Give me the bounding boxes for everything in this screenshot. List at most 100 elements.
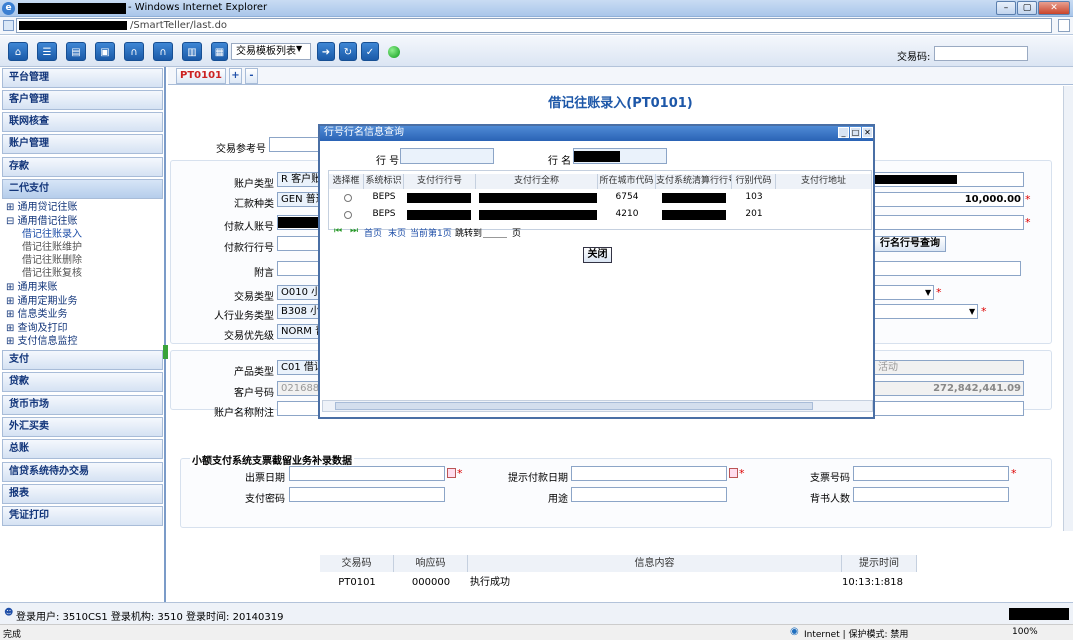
txn-code-label: 交易码: — [897, 52, 931, 63]
issue-date-input[interactable] — [289, 466, 445, 481]
tree-item[interactable]: ⊞ 通用贷记往账 — [6, 201, 78, 214]
note-right-input[interactable] — [874, 261, 1021, 276]
table-row[interactable]: BEPS 6754 103 — [329, 190, 871, 206]
cust-no-input[interactable]: 021688 — [277, 381, 321, 396]
sidebar-section[interactable]: 货币市场 — [2, 395, 163, 415]
sidebar-section[interactable]: 凭证打印 — [2, 506, 163, 526]
ref-input[interactable] — [269, 137, 321, 152]
last-page-icon[interactable]: ⏭ — [350, 226, 358, 236]
tree-item[interactable]: ⊞ 信息类业务 — [6, 308, 68, 321]
txn-type-select[interactable]: O010 小额 — [277, 285, 321, 300]
trash-icon[interactable]: ▥ — [182, 42, 202, 61]
folder-icon[interactable]: ▤ — [66, 42, 86, 61]
acct-type-right-input[interactable] — [874, 172, 1024, 187]
zoom-level[interactable]: 100% — [1012, 627, 1038, 637]
calendar-icon[interactable] — [447, 468, 456, 478]
tree-item[interactable]: ⊞ 查询及打印 — [6, 322, 68, 335]
chevron-down-icon[interactable]: ▼ — [925, 288, 931, 297]
cheque-no-label: 支票号码 — [810, 473, 850, 484]
remit-select[interactable]: GEN 普通 — [277, 192, 321, 207]
balance-input[interactable]: 272,842,441.09 — [874, 381, 1024, 396]
chevron-down-icon[interactable]: ▼ — [969, 307, 975, 316]
payer-name-input[interactable] — [874, 215, 1024, 230]
pager-first[interactable]: 首页 — [364, 226, 382, 239]
check-icon[interactable]: ✓ — [361, 42, 379, 61]
sidebar-section[interactable]: 账户管理 — [2, 134, 163, 154]
sidebar-section-active[interactable]: 二代支付 — [2, 179, 163, 199]
sidebar-section[interactable]: 客户管理 — [2, 90, 163, 110]
tree-item[interactable]: 借记往账删除 — [22, 254, 82, 267]
table-row[interactable]: BEPS 4210 201 — [329, 207, 871, 223]
biz-type-select[interactable]: B308 小 — [277, 304, 321, 319]
product-select[interactable]: C01 借记 — [277, 360, 321, 375]
pager-jump-input[interactable] — [483, 226, 507, 238]
row-radio[interactable] — [344, 194, 352, 202]
first-page-icon[interactable]: ⏮ — [334, 226, 342, 236]
bank-name-label: 行 名 — [548, 156, 572, 167]
add-tab-button[interactable]: + — [229, 68, 242, 84]
note-input[interactable] — [277, 261, 321, 276]
sidebar-section[interactable]: 支付 — [2, 350, 163, 370]
pay-pwd-input[interactable] — [289, 487, 445, 502]
sidebar-section[interactable]: 报表 — [2, 484, 163, 504]
product-right-select[interactable]: 活动 — [874, 360, 1024, 375]
list-icon[interactable]: ☰ — [37, 42, 57, 61]
maximize-icon[interactable]: ▢ — [1017, 1, 1037, 15]
tree-item[interactable]: ⊞ 支付信息监控 — [6, 335, 78, 348]
cheque-no-input[interactable] — [853, 466, 1009, 481]
tree-item[interactable]: ⊟ 通用借记往账 — [6, 215, 78, 228]
row-radio[interactable] — [344, 211, 352, 219]
main-scrollbar[interactable] — [1063, 86, 1073, 531]
pay-date-input[interactable] — [571, 466, 727, 481]
minimize-icon[interactable]: – — [996, 1, 1016, 15]
sidebar-section[interactable]: 存款 — [2, 157, 163, 177]
usage-input[interactable] — [571, 487, 727, 502]
tree-item[interactable]: ⊞ 通用来账 — [6, 281, 58, 294]
priority-select[interactable]: NORM 普通 — [277, 324, 321, 339]
home-icon[interactable]: ⌂ — [8, 42, 28, 61]
bank-no-input[interactable] — [400, 148, 494, 164]
payer-acct-input[interactable] — [277, 215, 321, 230]
dialog-close-icon[interactable]: ✕ — [862, 127, 873, 138]
bank-name-input[interactable] — [573, 148, 667, 164]
save-icon[interactable]: ▣ — [95, 42, 115, 61]
acct-remark-right-input[interactable] — [874, 401, 1024, 416]
amount-input[interactable]: 10,000.00 — [874, 192, 1024, 207]
export-icon[interactable]: ➜ — [317, 42, 335, 61]
acct-remark-label: 账户名称附注 — [214, 408, 274, 419]
close-window-icon[interactable]: ✕ — [1038, 1, 1070, 15]
template-icon[interactable]: ▦ — [211, 42, 228, 61]
refresh-icon[interactable]: ↻ — [339, 42, 357, 61]
acct-remark-input[interactable] — [277, 401, 321, 416]
dialog-maximize-icon[interactable]: □ — [850, 127, 861, 138]
dialog-minimize-icon[interactable]: _ — [838, 127, 849, 138]
calendar-icon[interactable] — [729, 468, 738, 478]
bank-query-button[interactable]: 行名行号查询 — [874, 236, 946, 252]
tree-item[interactable]: 借记往账维护 — [22, 241, 82, 254]
remove-tab-button[interactable]: - — [245, 68, 258, 84]
acct-type-select[interactable]: R 客户账 — [277, 172, 321, 187]
biz-type-right-select[interactable] — [874, 304, 978, 319]
tree-item-selected[interactable]: 借记往账录入 — [22, 228, 82, 241]
tree-item[interactable]: ⊞ 通用定期业务 — [6, 295, 78, 308]
tab-pt0101[interactable]: PT0101 — [176, 68, 226, 84]
sidebar-section[interactable]: 外汇买卖 — [2, 417, 163, 437]
headset-icon[interactable]: ∩ — [124, 42, 144, 61]
close-button[interactable]: 关闭 — [583, 247, 612, 263]
scroll-thumb[interactable] — [335, 402, 813, 410]
sidebar-section[interactable]: 联网核查 — [2, 112, 163, 132]
chevron-down-icon[interactable]: ▼ — [296, 44, 302, 53]
pager-last[interactable]: 末页 — [388, 226, 406, 239]
endorse-input[interactable] — [853, 487, 1009, 502]
sidebar-section[interactable]: 贷款 — [2, 372, 163, 392]
dialog-hscrollbar[interactable] — [322, 400, 873, 412]
txn-code-input[interactable] — [934, 46, 1028, 61]
sidebar-section[interactable]: 信贷系统待办交易 — [2, 462, 163, 482]
sidebar-section[interactable]: 总账 — [2, 439, 163, 459]
support-icon[interactable]: ∩ — [153, 42, 173, 61]
compat-view-icon[interactable] — [1058, 19, 1070, 32]
sidebar-section[interactable]: 平台管理 — [2, 68, 163, 88]
url-field[interactable]: /SmartTeller/last.do — [16, 18, 1052, 33]
tree-item[interactable]: 借记往账复核 — [22, 267, 82, 280]
payer-bank-input[interactable] — [277, 236, 321, 251]
